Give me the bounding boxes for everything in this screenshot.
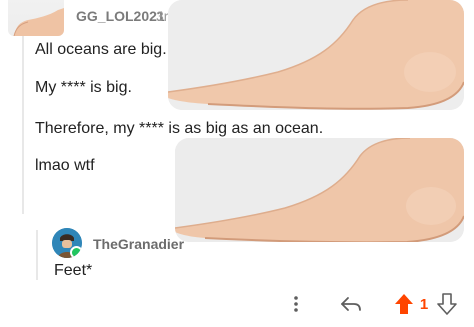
comment-text-line: lmao wtf (35, 157, 95, 174)
comment-text-line: Therefore, my **** is as big as an ocean… (35, 120, 324, 137)
user-avatar[interactable] (8, 0, 64, 36)
reply-avatar[interactable] (52, 228, 82, 258)
comment-actions-bar: 1 (0, 290, 474, 320)
downvote-arrow-icon[interactable] (436, 290, 458, 318)
comment-age: 3r (156, 8, 169, 24)
more-vertical-icon[interactable] (288, 290, 304, 318)
vote-score: 1 (419, 295, 429, 313)
reply-username[interactable]: TheGranadier (93, 236, 184, 252)
foot-image[interactable] (168, 0, 464, 110)
comment-username[interactable]: GG_LOL2021 (76, 8, 165, 24)
comment-text-line: My **** is big. (35, 79, 132, 96)
online-status-icon (70, 246, 82, 258)
thread-line[interactable] (22, 36, 24, 214)
reply-thread-line[interactable] (36, 230, 38, 280)
foot-image[interactable] (175, 138, 464, 242)
upvote-arrow-icon[interactable] (393, 290, 415, 318)
reply-text: Feet* (54, 262, 93, 279)
reply-arrow-icon[interactable] (338, 290, 364, 318)
comment-text-line: All oceans are big. (35, 41, 167, 58)
